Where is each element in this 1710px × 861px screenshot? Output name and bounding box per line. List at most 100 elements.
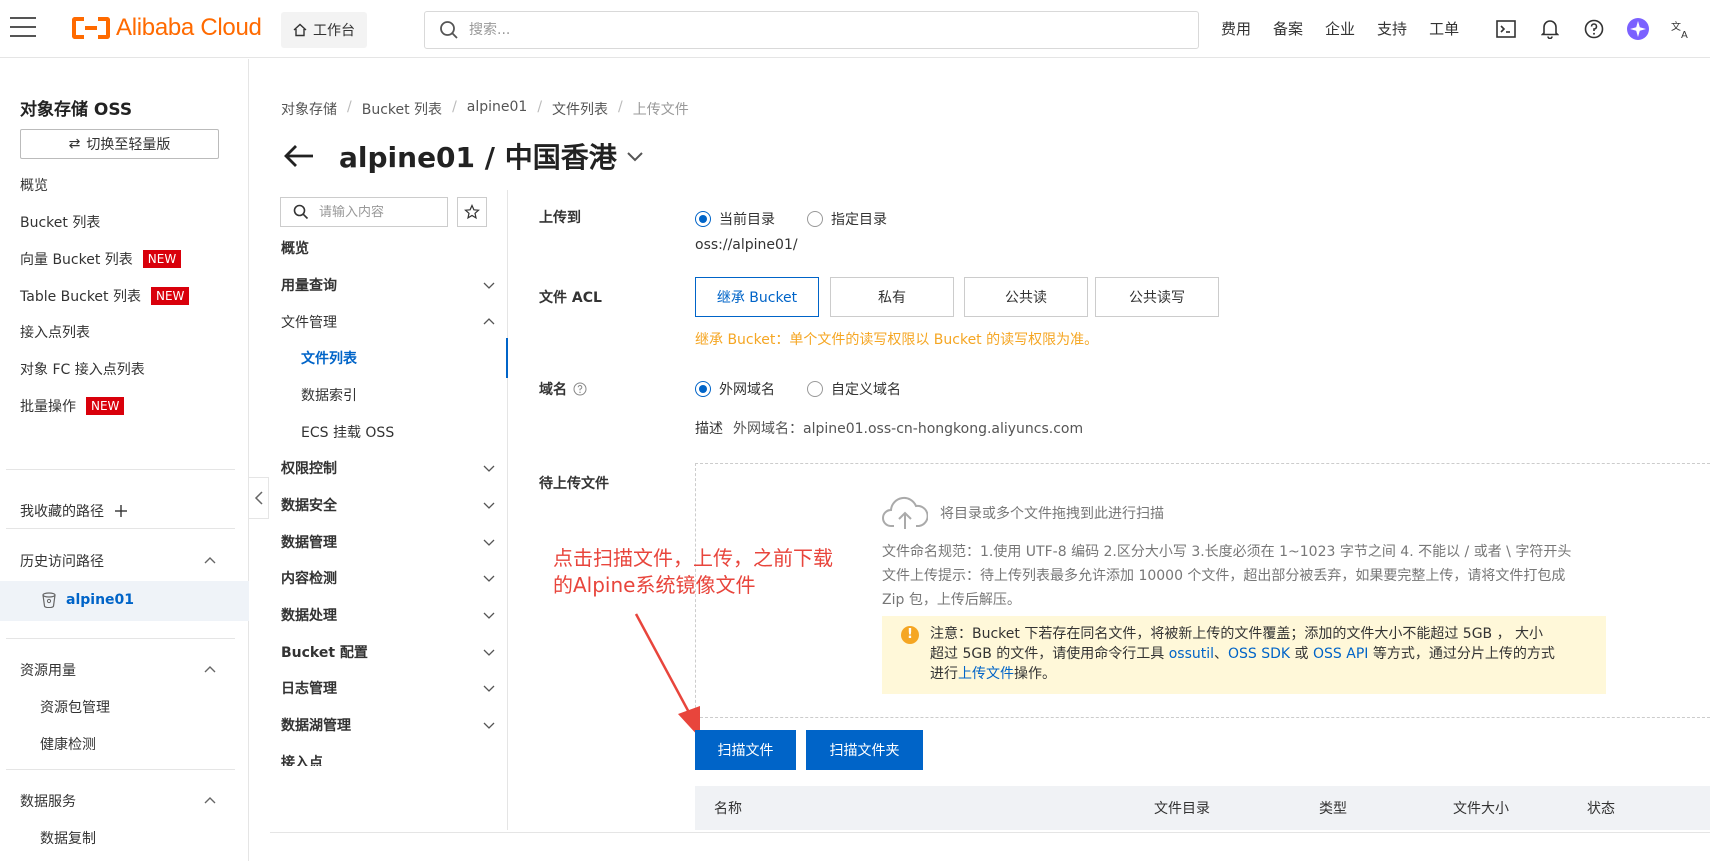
sidebar-item-table-bucket[interactable]: Table Bucket 列表 NEW	[20, 286, 190, 306]
terminal-icon[interactable]	[1494, 17, 1518, 41]
collapse-sidebar-button[interactable]	[249, 477, 269, 519]
top-link-ticket[interactable]: 工单	[1429, 18, 1459, 39]
nav-data-security[interactable]: 数据安全	[281, 495, 337, 515]
scan-folder-button[interactable]: 扫描文件夹	[806, 730, 923, 770]
notice-text: 超过 5GB 的文件，请使用命令行工具	[930, 646, 1169, 662]
chevron-down-icon[interactable]	[483, 682, 495, 694]
sidebar-item-overview[interactable]: 概览	[20, 175, 48, 195]
radio-specified-dir[interactable]: 指定目录	[807, 209, 887, 229]
nav-ecs-mount[interactable]: ECS 挂载 OSS	[301, 422, 394, 442]
notice-text: 或	[1290, 646, 1314, 662]
global-search[interactable]	[424, 11, 1199, 49]
radio-custom-domain[interactable]: 自定义域名	[807, 379, 901, 399]
breadcrumb-item[interactable]: alpine01	[467, 99, 528, 119]
acl-public-read-button[interactable]: 公共读	[964, 277, 1088, 317]
chevron-down-icon[interactable]	[483, 572, 495, 584]
nav-search[interactable]	[280, 197, 448, 227]
history-heading[interactable]: 历史访问路径	[20, 551, 104, 571]
ossutil-link[interactable]: ossutil	[1169, 646, 1214, 662]
nav-log-mgmt[interactable]: 日志管理	[281, 678, 337, 698]
new-badge: NEW	[142, 250, 182, 268]
sidebar-item-bucket-list[interactable]: Bucket 列表	[20, 212, 100, 232]
upload-file-link[interactable]: 上传文件	[958, 666, 1014, 682]
top-link-icp[interactable]: 备案	[1273, 18, 1303, 39]
workbench-button[interactable]: 工作台	[281, 12, 367, 48]
breadcrumb-item[interactable]: 对象存储	[281, 99, 337, 119]
cloud-upload-icon	[882, 496, 928, 529]
notice-line-3: 进行上传文件操作。	[930, 664, 1594, 684]
top-link-billing[interactable]: 费用	[1221, 18, 1251, 39]
scan-files-button[interactable]: 扫描文件	[695, 730, 796, 770]
nav-data-processing[interactable]: 数据处理	[281, 605, 337, 625]
nav-file-list[interactable]: 文件列表	[301, 348, 357, 368]
nav-overview[interactable]: 概览	[281, 238, 309, 258]
chevron-up-icon[interactable]	[203, 793, 217, 807]
top-link-enterprise[interactable]: 企业	[1325, 18, 1355, 39]
sidebar-item-batch-ops[interactable]: 批量操作 NEW	[20, 396, 125, 416]
sidebar-item-fc-access-points[interactable]: 对象 FC 接入点列表	[20, 359, 145, 379]
sidebar-title: 对象存储 OSS	[20, 100, 133, 120]
nav-file-mgmt[interactable]: 文件管理	[281, 312, 337, 332]
sidebar-item-resource-packages[interactable]: 资源包管理	[40, 697, 110, 717]
nav-permissions[interactable]: 权限控制	[281, 458, 337, 478]
divider	[6, 528, 235, 529]
chevron-down-icon[interactable]	[483, 719, 495, 731]
chevron-down-icon[interactable]	[483, 499, 495, 511]
oss-sdk-link[interactable]: OSS SDK	[1228, 646, 1290, 662]
help-icon[interactable]	[1582, 17, 1606, 41]
bucket-icon	[42, 592, 56, 608]
oss-api-link[interactable]: OSS API	[1313, 646, 1368, 662]
star-icon[interactable]	[457, 197, 487, 227]
nav-usage[interactable]: 用量查询	[281, 275, 337, 295]
acl-private-button[interactable]: 私有	[830, 277, 954, 317]
sidebar-favorites[interactable]: 我收藏的路径	[20, 501, 128, 521]
nav-datalake-mgmt[interactable]: 数据湖管理	[281, 715, 351, 735]
domain-description: 描述 外网域名：alpine01.oss-cn-hongkong.aliyuncs…	[695, 418, 1083, 438]
page-title: alpine01 / 中国香港	[339, 141, 617, 174]
chevron-down-icon[interactable]	[483, 536, 495, 548]
breadcrumb-item[interactable]: Bucket 列表	[362, 99, 442, 119]
radio-public-domain[interactable]: 外网域名	[695, 379, 775, 399]
chevron-up-icon[interactable]	[203, 553, 217, 567]
logo-text: Alibaba Cloud	[116, 14, 262, 41]
acl-inherit-button[interactable]: 继承 Bucket	[695, 277, 819, 317]
nav-content-detect[interactable]: 内容检测	[281, 568, 337, 588]
data-services-heading[interactable]: 数据服务	[20, 791, 76, 811]
acl-public-rw-button[interactable]: 公共读写	[1095, 277, 1219, 317]
nav-search-input[interactable]	[319, 204, 439, 220]
logo[interactable]: Alibaba Cloud	[72, 14, 262, 42]
plus-icon[interactable]	[114, 504, 128, 518]
sidebar-item-data-replication[interactable]: 数据复制	[40, 828, 96, 848]
new-badge: NEW	[86, 397, 125, 415]
question-icon[interactable]	[573, 382, 587, 396]
ai-assistant-icon[interactable]	[1626, 17, 1650, 41]
menu-icon[interactable]	[10, 17, 36, 39]
chevron-down-icon[interactable]	[483, 462, 495, 474]
breadcrumb-item[interactable]: 文件列表	[552, 99, 608, 119]
top-link-support[interactable]: 支持	[1377, 18, 1407, 39]
back-arrow-icon[interactable]	[283, 144, 315, 168]
chevron-down-icon[interactable]	[483, 646, 495, 658]
chevron-down-icon[interactable]	[625, 149, 645, 163]
bell-icon[interactable]	[1538, 17, 1562, 41]
history-item-alpine01[interactable]: alpine01	[42, 592, 134, 608]
switch-label: 切换至轻量版	[86, 137, 171, 153]
sidebar-item-vector-bucket[interactable]: 向量 Bucket 列表 NEW	[20, 249, 182, 269]
chevron-down-icon[interactable]	[483, 609, 495, 621]
sidebar-item-health-check[interactable]: 健康检测	[40, 734, 96, 754]
chevron-up-icon[interactable]	[203, 662, 217, 676]
column-header-directory: 文件目录	[1154, 801, 1210, 817]
nav-data-index[interactable]: 数据索引	[301, 385, 357, 405]
chevron-down-icon[interactable]	[483, 279, 495, 291]
nav-data-mgmt[interactable]: 数据管理	[281, 532, 337, 552]
sidebar-item-access-points[interactable]: 接入点列表	[20, 322, 90, 342]
language-icon[interactable]: 文A	[1670, 17, 1694, 41]
nav-access-points[interactable]: 接入点	[281, 752, 323, 766]
switch-lite-button[interactable]: ⇄ 切换至轻量版	[20, 129, 219, 159]
search-input[interactable]	[469, 22, 1169, 38]
radio-current-dir[interactable]: 当前目录	[695, 209, 775, 229]
resource-usage-heading[interactable]: 资源用量	[20, 660, 76, 680]
chevron-up-icon[interactable]	[483, 316, 495, 328]
nav-bucket-config[interactable]: Bucket 配置	[281, 642, 368, 662]
desc-key: 描述	[695, 421, 723, 437]
